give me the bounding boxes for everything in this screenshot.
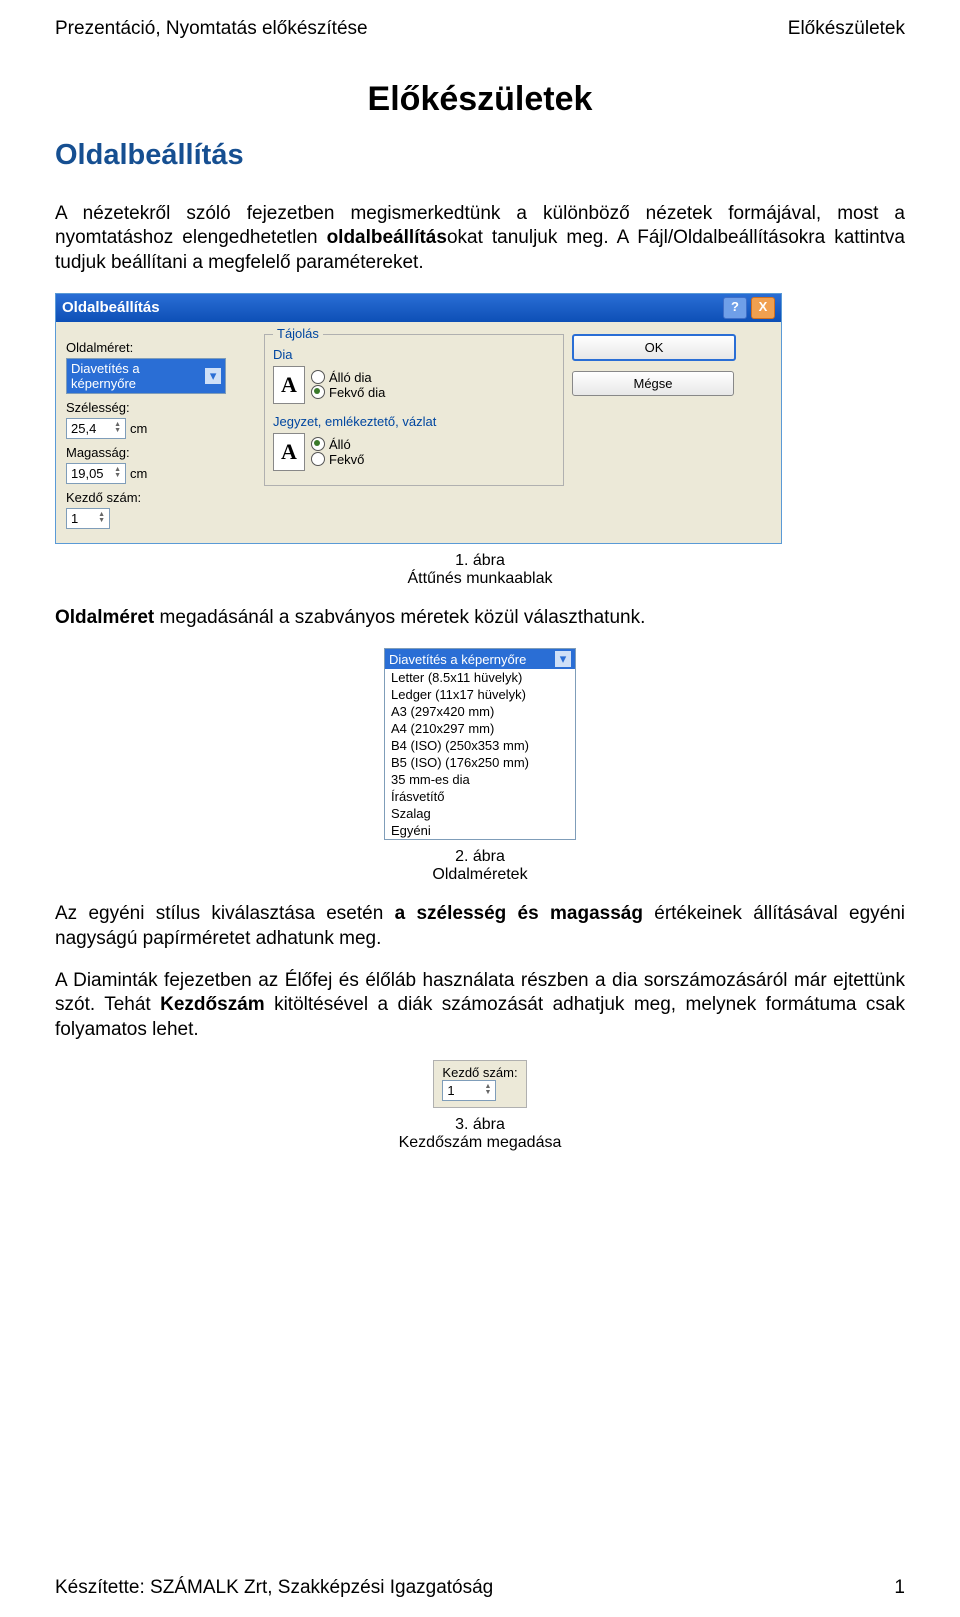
ok-button[interactable]: OK bbox=[572, 334, 736, 361]
height-value: 19,05 bbox=[71, 466, 104, 481]
chevron-down-icon: ▾ bbox=[205, 368, 221, 384]
dialog-title: Oldalbeállítás bbox=[62, 299, 160, 316]
p1-bold: oldalbeállítás bbox=[327, 227, 447, 248]
page-number: 1 bbox=[894, 1577, 905, 1599]
caption-1: 1. ábra Áttűnés munkaablak bbox=[55, 552, 905, 588]
page-size-combo[interactable]: Diavetítés a képernyőre ▾ bbox=[66, 358, 226, 394]
help-button[interactable]: ? bbox=[723, 297, 747, 319]
dropdown-selected[interactable]: Diavetítés a képernyőre ▾ bbox=[385, 649, 575, 669]
radio-icon bbox=[311, 385, 325, 399]
sublabel-notes: Jegyzet, emlékeztető, vázlat bbox=[273, 414, 555, 429]
paragraph-1: A nézetekről szóló fejezetben megismerke… bbox=[55, 202, 905, 275]
dropdown-option[interactable]: Ledger (11x17 hüvelyk) bbox=[385, 686, 575, 703]
radio-icon bbox=[311, 437, 325, 451]
page-portrait-icon: A bbox=[273, 433, 305, 471]
radio-slide-landscape[interactable]: Fekvő dia bbox=[311, 385, 385, 400]
spinner-arrows-icon: ▲▼ bbox=[114, 422, 121, 434]
start-number-value: 1 bbox=[71, 511, 78, 526]
unit-cm: cm bbox=[130, 421, 147, 436]
spinner-arrows-icon: ▲▼ bbox=[98, 512, 105, 524]
radio-slide-portrait[interactable]: Álló dia bbox=[311, 370, 385, 385]
caption-3: 3. ábra Kezdőszám megadása bbox=[55, 1116, 905, 1152]
start-number-panel: Kezdő szám: 1 ▲▼ bbox=[433, 1060, 526, 1108]
header-right: Előkészületek bbox=[788, 18, 905, 40]
cancel-button[interactable]: Mégse bbox=[572, 371, 734, 396]
dropdown-option[interactable]: B5 (ISO) (176x250 mm) bbox=[385, 754, 575, 771]
width-spinner[interactable]: 25,4 ▲▼ bbox=[66, 418, 126, 439]
footer-left: Készítette: SZÁMALK Zrt, Szakképzési Iga… bbox=[55, 1577, 493, 1599]
radio-icon bbox=[311, 452, 325, 466]
label-start-number: Kezdő szám: bbox=[66, 490, 256, 505]
dropdown-option[interactable]: B4 (ISO) (250x353 mm) bbox=[385, 737, 575, 754]
paragraph-3: Az egyéni stílus kiválasztása esetén a s… bbox=[55, 902, 905, 951]
legend-orientation: Tájolás bbox=[273, 326, 323, 341]
p3-bold: a szélesség és magasság bbox=[395, 903, 643, 924]
dialog-titlebar[interactable]: Oldalbeállítás ? X bbox=[56, 294, 781, 322]
unit-cm: cm bbox=[130, 466, 147, 481]
paragraph-2: Oldalméret megadásánál a szabványos mére… bbox=[55, 606, 905, 630]
caption-2: 2. ábra Oldalméretek bbox=[55, 848, 905, 884]
label-height: Magasság: bbox=[66, 445, 256, 460]
page-header: Prezentáció, Nyomtatás előkészítése Elők… bbox=[55, 18, 905, 40]
dropdown-option[interactable]: Szalag bbox=[385, 805, 575, 822]
dropdown-option[interactable]: Írásvetítő bbox=[385, 788, 575, 805]
dropdown-option[interactable]: A3 (297x420 mm) bbox=[385, 703, 575, 720]
p2-bold: Oldalméret bbox=[55, 607, 154, 628]
dropdown-option[interactable]: A4 (210x297 mm) bbox=[385, 720, 575, 737]
page-footer: Készítette: SZÁMALK Zrt, Szakképzési Iga… bbox=[55, 1577, 905, 1599]
page-setup-dialog: Oldalbeállítás ? X Oldalméret: Diavetíté… bbox=[55, 293, 782, 544]
dropdown-option[interactable]: Letter (8.5x11 hüvelyk) bbox=[385, 669, 575, 686]
spinner-arrows-icon: ▲▼ bbox=[484, 1084, 491, 1096]
section-heading: Oldalbeállítás bbox=[55, 139, 905, 172]
page-size-dropdown[interactable]: Diavetítés a képernyőre ▾ Letter (8.5x11… bbox=[384, 648, 576, 840]
orientation-fieldset: Tájolás Dia A Álló dia Fekvő dia Jegyzet… bbox=[264, 334, 564, 486]
p4-bold: Kezdőszám bbox=[160, 994, 265, 1015]
dropdown-option[interactable]: Egyéni bbox=[385, 822, 575, 839]
height-spinner[interactable]: 19,05 ▲▼ bbox=[66, 463, 126, 484]
radio-icon bbox=[311, 370, 325, 384]
radio-notes-landscape[interactable]: Fekvő bbox=[311, 452, 364, 467]
paragraph-4: A Diaminták fejezetben az Élőfej és élől… bbox=[55, 969, 905, 1042]
start-number-value: 1 bbox=[447, 1083, 454, 1098]
page-portrait-icon: A bbox=[273, 366, 305, 404]
page-size-value: Diavetítés a képernyőre bbox=[71, 361, 205, 391]
start-number-spinner[interactable]: 1 ▲▼ bbox=[66, 508, 110, 529]
dropdown-option[interactable]: 35 mm-es dia bbox=[385, 771, 575, 788]
close-button[interactable]: X bbox=[751, 297, 775, 319]
header-left: Prezentáció, Nyomtatás előkészítése bbox=[55, 18, 368, 40]
label-start-number: Kezdő szám: bbox=[442, 1065, 517, 1080]
label-width: Szélesség: bbox=[66, 400, 256, 415]
chapter-heading: Előkészületek bbox=[55, 80, 905, 119]
sublabel-slide: Dia bbox=[273, 347, 555, 362]
width-value: 25,4 bbox=[71, 421, 96, 436]
label-page-size: Oldalméret: bbox=[66, 340, 256, 355]
spinner-arrows-icon: ▲▼ bbox=[114, 467, 121, 479]
start-number-spinner[interactable]: 1 ▲▼ bbox=[442, 1080, 496, 1101]
radio-notes-portrait[interactable]: Álló bbox=[311, 437, 364, 452]
p2-a: megadásánál a szabványos méretek közül v… bbox=[154, 607, 645, 628]
chevron-down-icon: ▾ bbox=[555, 651, 571, 667]
p3-a: Az egyéni stílus kiválasztása esetén bbox=[55, 903, 395, 924]
